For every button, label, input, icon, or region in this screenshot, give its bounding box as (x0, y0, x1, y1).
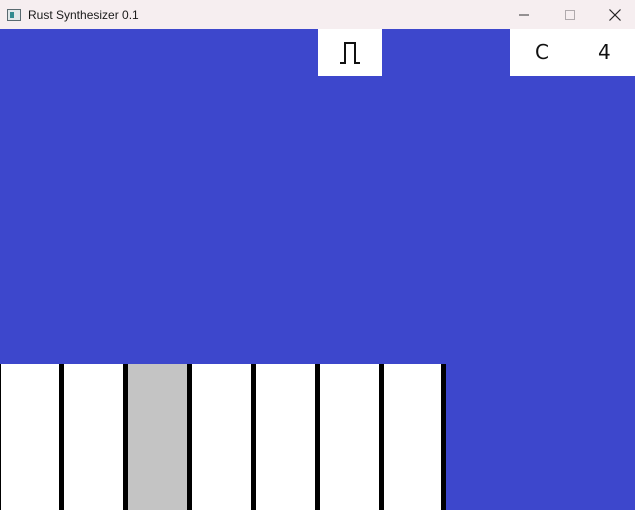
note-name[interactable]: C (535, 29, 549, 76)
piano-keyboard (0, 364, 446, 510)
piano-key-1[interactable] (0, 364, 64, 510)
octave-value[interactable]: 4 (598, 29, 611, 76)
piano-key-7[interactable] (384, 364, 446, 510)
piano-key-6[interactable] (320, 364, 384, 510)
window-title: Rust Synthesizer 0.1 (28, 7, 139, 22)
square-wave-icon (340, 41, 360, 64)
title-bar: Rust Synthesizer 0.1 (0, 0, 635, 29)
close-icon (609, 8, 621, 21)
piano-key-4[interactable] (192, 364, 256, 510)
piano-key-2[interactable] (64, 364, 128, 510)
minimize-button[interactable] (501, 0, 547, 29)
piano-key-5[interactable] (256, 364, 320, 510)
waveform-selector[interactable] (318, 29, 382, 76)
maximize-icon (565, 9, 575, 20)
close-button[interactable] (592, 0, 635, 29)
synth-canvas: C 4 (0, 29, 635, 510)
app-icon (7, 8, 21, 21)
minimize-icon (519, 14, 529, 15)
maximize-button[interactable] (547, 0, 593, 29)
note-display: C 4 (510, 29, 635, 76)
piano-key-3[interactable] (128, 364, 192, 510)
